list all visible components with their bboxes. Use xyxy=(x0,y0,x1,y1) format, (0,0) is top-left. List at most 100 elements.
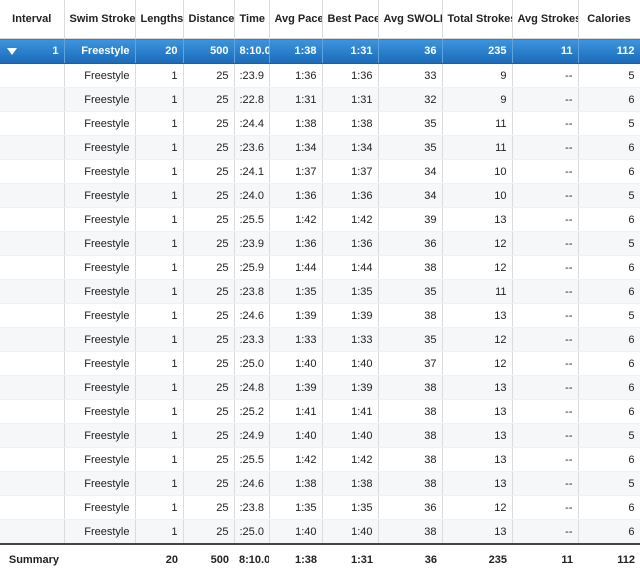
lap-avg-strokes: -- xyxy=(512,183,579,208)
lap-avg-pace: 1:39 xyxy=(269,303,323,328)
interval-cell[interactable]: 1 xyxy=(0,38,65,64)
lap-distance: 25 xyxy=(183,327,235,352)
lap-calories: 6 xyxy=(578,375,640,400)
lap-time: :24.0 xyxy=(234,183,270,208)
lap-row[interactable]: Freestyle 1 25:24.8 1:39 1:39 38 13 -- 6 xyxy=(0,375,640,400)
lap-best-pace: 1:42 xyxy=(322,207,379,232)
lap-total-strokes: 12 xyxy=(442,231,513,256)
lap-distance: 25 xyxy=(183,63,235,88)
lap-distance: 25 xyxy=(183,447,235,472)
lap-calories: 5 xyxy=(578,183,640,208)
lap-row[interactable]: Freestyle 1 25:24.6 1:39 1:39 38 13 -- 5 xyxy=(0,303,640,328)
lap-total-strokes: 13 xyxy=(442,471,513,496)
col-header-lengths[interactable]: Lengths xyxy=(135,0,184,39)
lap-time: :24.6 xyxy=(234,303,270,328)
lap-total-strokes: 11 xyxy=(442,111,513,136)
lap-lengths: 1 xyxy=(135,63,184,88)
lap-interval-cell xyxy=(0,183,65,208)
lap-row[interactable]: Freestyle 1 25:24.0 1:36 1:36 34 10 -- 5 xyxy=(0,183,640,208)
col-header-calories[interactable]: Calories xyxy=(578,0,640,39)
interval-row[interactable]: 1 Freestyle 20 500 8:10.0 1:38 1:31 36 2… xyxy=(0,38,640,64)
lap-stroke: Freestyle xyxy=(64,159,136,184)
lap-calories: 6 xyxy=(578,255,640,280)
interval-lengths: 20 xyxy=(135,38,184,64)
lap-row[interactable]: Freestyle 1 25:23.6 1:34 1:34 35 11 -- 6 xyxy=(0,135,640,160)
lap-time: :24.6 xyxy=(234,471,270,496)
col-header-distance[interactable]: Distance xyxy=(183,0,235,39)
col-header-avg-pace[interactable]: Avg Pace xyxy=(269,0,323,39)
lap-swolf: 38 xyxy=(378,375,443,400)
lap-row[interactable]: Freestyle 1 25:25.5 1:42 1:42 38 13 -- 6 xyxy=(0,447,640,472)
lap-row[interactable]: Freestyle 1 25:22.8 1:31 1:31 32 9 -- 6 xyxy=(0,87,640,112)
lap-distance: 25 xyxy=(183,303,235,328)
lap-row[interactable]: Freestyle 1 25:24.6 1:38 1:38 38 13 -- 5 xyxy=(0,471,640,496)
lap-total-strokes: 13 xyxy=(442,399,513,424)
lap-stroke: Freestyle xyxy=(64,87,136,112)
lap-row[interactable]: Freestyle 1 25:25.9 1:44 1:44 38 12 -- 6 xyxy=(0,255,640,280)
lap-time: :23.8 xyxy=(234,279,270,304)
lap-best-pace: 1:38 xyxy=(322,111,379,136)
summary-avg-strokes: 11 xyxy=(512,543,578,575)
lap-stroke: Freestyle xyxy=(64,327,136,352)
interval-number: 1 xyxy=(52,45,59,57)
lap-row[interactable]: Freestyle 1 25:23.8 1:35 1:35 36 12 -- 6 xyxy=(0,495,640,520)
lap-calories: 6 xyxy=(578,351,640,376)
lap-avg-strokes: -- xyxy=(512,375,579,400)
summary-avg-pace: 1:38 xyxy=(269,543,322,575)
lap-row[interactable]: Freestyle 1 25:25.0 1:40 1:40 38 13 -- 6 xyxy=(0,519,640,545)
lap-calories: 6 xyxy=(578,495,640,520)
lap-calories: 6 xyxy=(578,519,640,545)
summary-row: Summary 20 500 8:10.0 1:38 1:31 36 235 1… xyxy=(0,543,640,575)
lap-best-pace: 1:44 xyxy=(322,255,379,280)
col-header-best-pace[interactable]: Best Pace xyxy=(322,0,379,39)
lap-row[interactable]: Freestyle 1 25:23.9 1:36 1:36 33 9 -- 5 xyxy=(0,63,640,88)
col-header-total-strokes[interactable]: Total Strokes xyxy=(442,0,513,39)
lap-avg-strokes: -- xyxy=(512,495,579,520)
lap-interval-cell xyxy=(0,279,65,304)
lap-lengths: 1 xyxy=(135,519,184,545)
lap-lengths: 1 xyxy=(135,255,184,280)
lap-row[interactable]: Freestyle 1 25:25.5 1:42 1:42 39 13 -- 6 xyxy=(0,207,640,232)
lap-row[interactable]: Freestyle 1 25:24.4 1:38 1:38 35 11 -- 5 xyxy=(0,111,640,136)
lap-interval-cell xyxy=(0,135,65,160)
lap-row[interactable]: Freestyle 1 25:23.8 1:35 1:35 35 11 -- 6 xyxy=(0,279,640,304)
laps-table: Interval Swim Stroke Lengths Distance Ti… xyxy=(0,0,640,575)
lap-avg-pace: 1:44 xyxy=(269,255,323,280)
lap-row[interactable]: Freestyle 1 25:23.3 1:33 1:33 35 12 -- 6 xyxy=(0,327,640,352)
lap-interval-cell xyxy=(0,351,65,376)
lap-lengths: 1 xyxy=(135,183,184,208)
lap-lengths: 1 xyxy=(135,423,184,448)
lap-lengths: 1 xyxy=(135,399,184,424)
lap-interval-cell xyxy=(0,255,65,280)
col-header-avg-swolf[interactable]: Avg SWOLF xyxy=(378,0,443,39)
lap-avg-strokes: -- xyxy=(512,63,579,88)
lap-row[interactable]: Freestyle 1 25:23.9 1:36 1:36 36 12 -- 5 xyxy=(0,231,640,256)
lap-lengths: 1 xyxy=(135,279,184,304)
lap-row[interactable]: Freestyle 1 25:24.9 1:40 1:40 38 13 -- 5 xyxy=(0,423,640,448)
lap-distance: 25 xyxy=(183,255,235,280)
lap-avg-strokes: -- xyxy=(512,471,579,496)
lap-time: :23.9 xyxy=(234,231,270,256)
lap-swolf: 38 xyxy=(378,423,443,448)
lap-best-pace: 1:35 xyxy=(322,495,379,520)
col-header-swim-stroke[interactable]: Swim Stroke xyxy=(64,0,136,39)
lap-row[interactable]: Freestyle 1 25:24.1 1:37 1:37 34 10 -- 6 xyxy=(0,159,640,184)
lap-time: :23.3 xyxy=(234,327,270,352)
lap-avg-pace: 1:36 xyxy=(269,63,323,88)
lap-lengths: 1 xyxy=(135,495,184,520)
col-header-interval[interactable]: Interval xyxy=(0,0,65,39)
col-header-time[interactable]: Time xyxy=(234,0,270,39)
lap-row[interactable]: Freestyle 1 25:25.0 1:40 1:40 37 12 -- 6 xyxy=(0,351,640,376)
lap-swolf: 38 xyxy=(378,255,443,280)
lap-row[interactable]: Freestyle 1 25:25.2 1:41 1:41 38 13 -- 6 xyxy=(0,399,640,424)
triangle-down-icon[interactable] xyxy=(7,48,17,55)
lap-swolf: 34 xyxy=(378,159,443,184)
lap-avg-strokes: -- xyxy=(512,87,579,112)
lap-avg-strokes: -- xyxy=(512,159,579,184)
lap-stroke: Freestyle xyxy=(64,111,136,136)
lap-swolf: 39 xyxy=(378,207,443,232)
col-header-avg-strokes[interactable]: Avg Strokes xyxy=(512,0,579,39)
lap-distance: 25 xyxy=(183,279,235,304)
lap-avg-pace: 1:34 xyxy=(269,135,323,160)
interval-stroke: Freestyle xyxy=(64,38,136,64)
